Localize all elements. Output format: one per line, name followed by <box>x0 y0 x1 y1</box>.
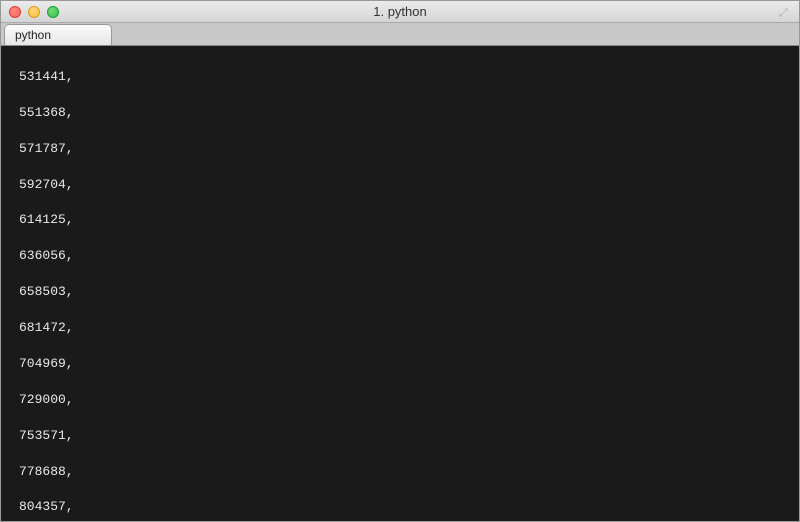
zoom-icon[interactable] <box>47 6 59 18</box>
tab-bar: python <box>1 23 799 46</box>
terminal-window: 1. python python 531441, 551368, 571787,… <box>0 0 800 522</box>
tab-python[interactable]: python <box>4 24 112 45</box>
terminal-body[interactable]: 531441, 551368, 571787, 592704, 614125, … <box>1 46 799 521</box>
output-line: 636056, <box>19 247 799 265</box>
fullscreen-icon[interactable] <box>779 5 793 19</box>
titlebar: 1. python <box>1 1 799 23</box>
output-line: 681472, <box>19 319 799 337</box>
close-icon[interactable] <box>9 6 21 18</box>
output-line: 704969, <box>19 355 799 373</box>
minimize-icon[interactable] <box>28 6 40 18</box>
window-title: 1. python <box>373 4 427 19</box>
traffic-lights <box>9 6 59 18</box>
output-line: 658503, <box>19 283 799 301</box>
output-line: 729000, <box>19 391 799 409</box>
output-line: 571787, <box>19 140 799 158</box>
output-line: 531441, <box>19 68 799 86</box>
output-line: 614125, <box>19 211 799 229</box>
output-line: 778688, <box>19 463 799 481</box>
output-line: 592704, <box>19 176 799 194</box>
output-line: 804357, <box>19 498 799 516</box>
output-line: 753571, <box>19 427 799 445</box>
output-line: 551368, <box>19 104 799 122</box>
